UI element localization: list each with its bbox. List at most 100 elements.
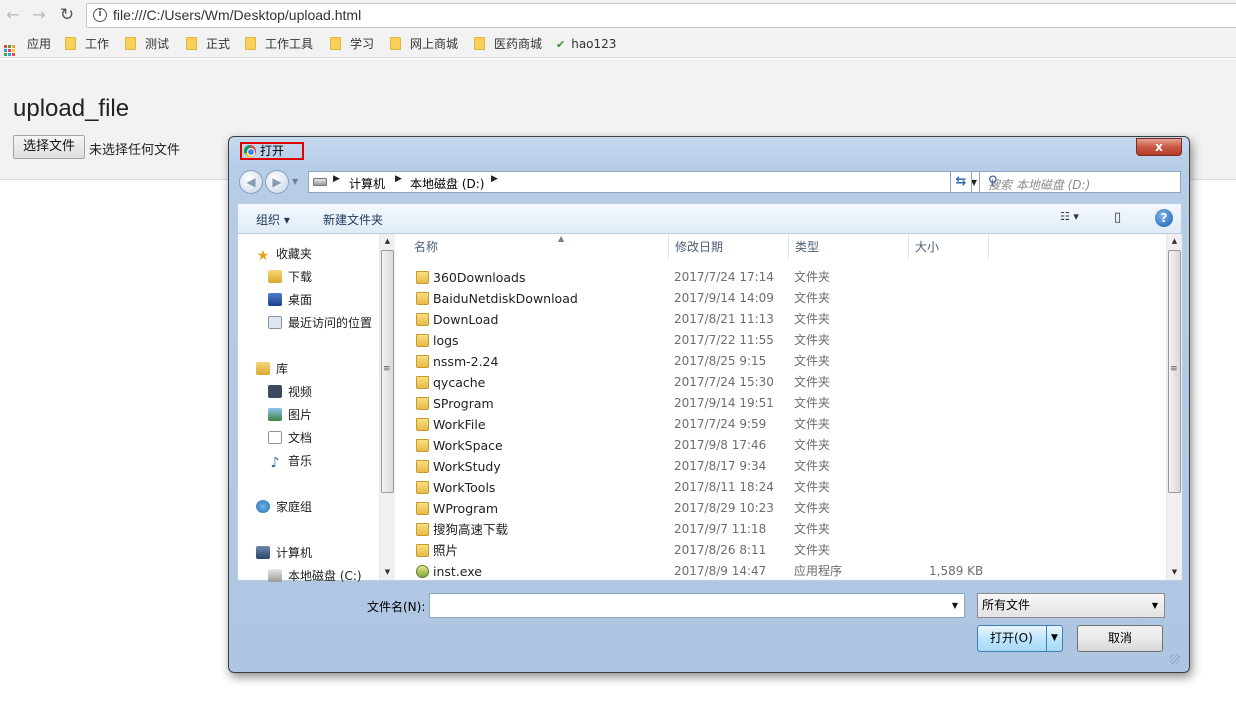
help-icon[interactable]: ? [1155,209,1173,227]
nav-favorites[interactable]: ★ 收藏夹 [256,244,312,264]
nav-homegroup[interactable]: 家庭组 [256,497,312,517]
folder-icon [474,37,485,50]
nav-label: 最近访问的位置 [288,316,373,330]
refresh-button[interactable]: ⇆ [950,171,972,193]
nav-videos[interactable]: 视频 [268,382,312,402]
nav-libraries[interactable]: 库 [256,359,288,379]
file-type-select[interactable]: 所有文件 ▼ [977,593,1165,618]
bookmark-folder-test[interactable]: 测试 [125,36,169,52]
preview-pane-icon[interactable]: ▯ [1114,210,1121,225]
breadcrumb[interactable]: ▶ 计算机 ▶ 本地磁盘 (D:) ▶ ▼ [308,171,982,193]
file-row[interactable]: WProgram 2017/8/29 10:23 文件夹 [396,498,1156,519]
file-date: 2017/9/7 11:18 [674,522,767,536]
nav-pictures[interactable]: 图片 [268,405,312,425]
column-header-type[interactable]: 类型 [789,234,909,260]
chevron-down-icon[interactable]: ▼ [952,601,958,610]
choose-file-button[interactable]: 选择文件 [13,135,85,159]
close-button[interactable]: x [1136,138,1182,156]
cancel-button[interactable]: 取消 [1077,625,1163,652]
view-options-icon[interactable]: ☷ ▾ [1060,210,1079,223]
bookmark-folder-prod[interactable]: 正式 [186,36,230,52]
file-row[interactable]: logs 2017/7/22 11:55 文件夹 [396,330,1156,351]
bookmark-apps[interactable]: 应用 [4,36,51,56]
recent-places-icon [268,316,282,329]
scroll-up-icon[interactable]: ▲ [380,234,395,248]
address-row: ◀ ▶ ▼ ▶ 计算机 ▶ 本地磁盘 (D:) ▶ ▼ ⇆ 搜索 本地磁盘 (D… [237,169,1182,195]
dialog-title: 打开 [240,142,304,160]
open-dropdown-icon[interactable]: ▼ [1046,626,1062,651]
apps-grid-icon [4,45,15,56]
address-bar[interactable]: i file:///C:/Users/Wm/Desktop/upload.htm… [86,3,1236,28]
folder-icon [416,439,429,452]
column-header-name[interactable]: 名称 ▲ [408,234,669,260]
column-header-date[interactable]: 修改日期 [669,234,789,260]
nav-desktop[interactable]: 桌面 [268,290,312,310]
file-row[interactable]: WorkSpace 2017/9/8 17:46 文件夹 [396,435,1156,456]
chevron-right-icon[interactable]: ▶ [333,174,340,184]
file-row[interactable]: WorkTools 2017/8/11 18:24 文件夹 [396,477,1156,498]
nav-label: 文档 [288,431,313,445]
organize-button[interactable]: 组织 ▾ [256,211,290,228]
file-row[interactable]: 照片 2017/8/26 8:11 文件夹 [396,540,1156,561]
nav-recent[interactable]: 最近访问的位置 [268,313,372,333]
reload-icon[interactable]: ↻ [56,4,78,26]
scroll-down-icon[interactable]: ▼ [1167,565,1182,579]
resize-grip[interactable] [1170,654,1180,664]
new-folder-button[interactable]: 新建文件夹 [323,211,383,228]
chevron-right-icon[interactable]: ▶ [491,174,498,184]
file-row[interactable]: WorkStudy 2017/8/17 9:34 文件夹 [396,456,1156,477]
filename-input[interactable]: ▼ [429,593,965,618]
file-row[interactable]: DownLoad 2017/8/21 11:13 文件夹 [396,309,1156,330]
folder-icon [416,460,429,473]
file-date: 2017/7/24 17:14 [674,270,774,284]
file-name: 搜狗高速下载 [433,522,509,537]
video-icon [268,385,282,398]
forward-button[interactable]: ▶ [265,170,289,194]
history-dropdown-icon[interactable]: ▼ [292,177,298,186]
forward-arrow-icon[interactable]: → [28,4,50,26]
chevron-down-icon[interactable]: ▼ [1152,594,1158,617]
file-name: DownLoad [433,312,499,327]
file-row[interactable]: 360Downloads 2017/7/24 17:14 文件夹 [396,267,1156,288]
column-header-size[interactable]: 大小 [909,234,989,260]
file-row[interactable]: nssm-2.24 2017/8/25 9:15 文件夹 [396,351,1156,372]
chevron-right-icon[interactable]: ▶ [395,174,402,184]
file-date: 2017/8/11 18:24 [674,480,774,494]
list-scrollbar[interactable]: ▲ ≡ ▼ [1166,234,1182,580]
file-date: 2017/8/17 9:34 [674,459,767,473]
search-input[interactable]: 搜索 本地磁盘 (D:) ⚲ [979,171,1181,193]
bookmark-folder-pharmacy[interactable]: 医药商城 [474,36,542,52]
open-button[interactable]: 打开(O) ▼ [977,625,1063,652]
file-row[interactable]: WorkFile 2017/7/24 9:59 文件夹 [396,414,1156,435]
back-arrow-icon[interactable]: ← [2,4,24,26]
file-date: 2017/8/25 9:15 [674,354,767,368]
bookmark-hao123[interactable]: ✔ hao123 [556,36,616,52]
file-row[interactable]: qycache 2017/7/24 15:30 文件夹 [396,372,1156,393]
nav-label: 视频 [288,385,313,399]
nav-documents[interactable]: 文档 [268,428,312,448]
file-row[interactable]: BaiduNetdiskDownload 2017/9/14 14:09 文件夹 [396,288,1156,309]
file-row[interactable]: inst.exe 2017/8/9 14:47 应用程序 1,589 KB [396,561,1156,582]
nav-scrollbar[interactable]: ▲ ≡ ▼ [379,234,395,580]
url-text: file:///C:/Users/Wm/Desktop/upload.html [113,7,362,23]
file-row[interactable]: SProgram 2017/9/14 19:51 文件夹 [396,393,1156,414]
scroll-down-icon[interactable]: ▼ [380,565,395,579]
command-bar: 组织 ▾ 新建文件夹 ☷ ▾ ▯ ? [237,203,1182,233]
bookmark-folder-study[interactable]: 学习 [330,36,374,52]
back-button[interactable]: ◀ [239,170,263,194]
scroll-up-icon[interactable]: ▲ [1167,234,1182,248]
nav-music[interactable]: ♪ 音乐 [268,451,312,471]
search-icon[interactable]: ⚲ [988,174,1176,189]
file-date: 2017/8/21 11:13 [674,312,774,326]
file-row[interactable]: 搜狗高速下载 2017/9/7 11:18 文件夹 [396,519,1156,540]
bookmark-folder-tools[interactable]: 工作工具 [245,36,313,52]
bookmark-folder-mall[interactable]: 网上商城 [390,36,458,52]
bookmark-folder-work[interactable]: 工作 [65,36,109,52]
folder-icon [416,544,429,557]
info-icon[interactable]: i [93,8,107,22]
nav-downloads[interactable]: 下载 [268,267,312,287]
breadcrumb-disk-d[interactable]: 本地磁盘 (D:) [410,175,484,192]
nav-computer[interactable]: 计算机 [256,543,312,563]
breadcrumb-computer[interactable]: 计算机 [349,175,385,192]
bookmark-label: 测试 [145,37,170,51]
